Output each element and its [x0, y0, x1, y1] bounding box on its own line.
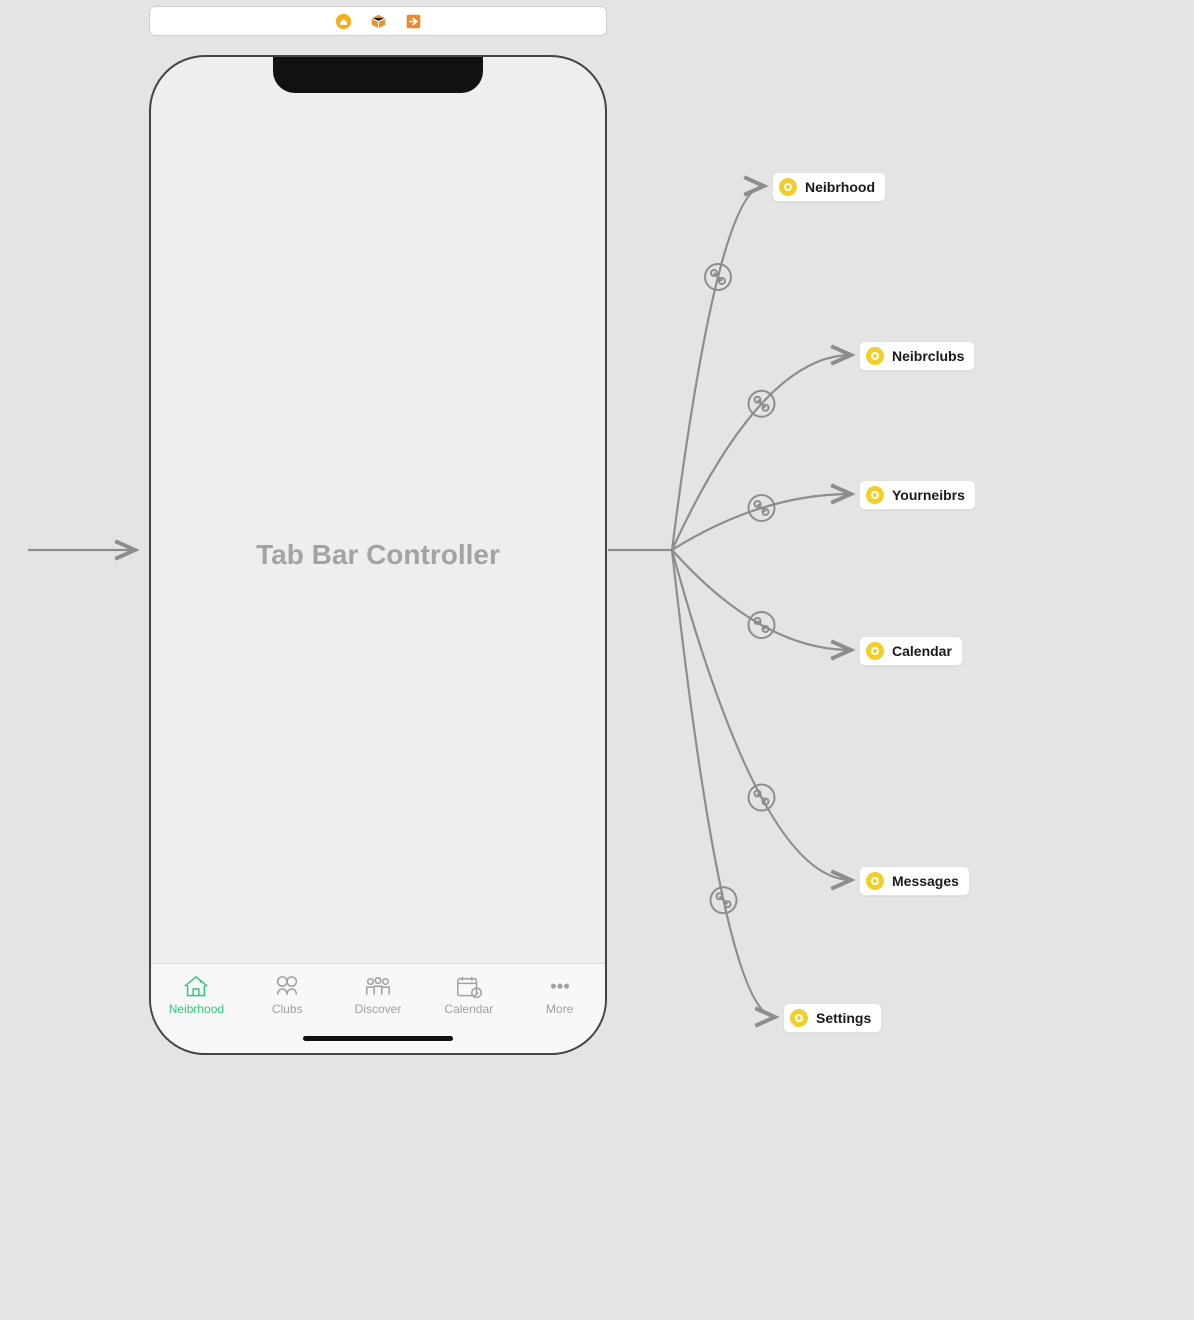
phone-body: Tab Bar Controller [151, 57, 605, 1053]
phone-frame: Tab Bar Controller Neibrhood Clubs Disco… [149, 55, 607, 1055]
tab-label: Discover [355, 1002, 402, 1016]
destination-calendar[interactable]: Calendar [859, 636, 963, 666]
viewcontroller-icon [790, 1009, 808, 1027]
tab-clubs[interactable]: Clubs [247, 974, 327, 1016]
tab-calendar[interactable]: Calendar [429, 974, 509, 1016]
destination-messages[interactable]: Messages [859, 866, 970, 896]
dots-icon [545, 974, 575, 998]
viewcontroller-icon [866, 872, 884, 890]
exit-icon[interactable] [405, 13, 422, 30]
tab-label: Neibrhood [169, 1002, 224, 1016]
destination-label: Yourneibrs [892, 487, 965, 503]
destination-label: Neibrhood [805, 179, 875, 195]
destination-settings[interactable]: Settings [783, 1003, 882, 1033]
destination-label: Messages [892, 873, 959, 889]
phone-title-label: Tab Bar Controller [256, 539, 500, 571]
tab-discover[interactable]: Discover [338, 974, 418, 1016]
destination-label: Calendar [892, 643, 952, 659]
toolbar [149, 6, 607, 36]
destination-yourneibrs[interactable]: Yourneibrs [859, 480, 976, 510]
house-icon [181, 974, 211, 998]
tab-neibrhood[interactable]: Neibrhood [156, 974, 236, 1016]
calendar-icon [454, 974, 484, 998]
people-icon [363, 974, 393, 998]
clubs-icon [272, 974, 302, 998]
destination-neibrhood[interactable]: Neibrhood [772, 172, 886, 202]
viewcontroller-icon [866, 642, 884, 660]
destination-label: Neibrclubs [892, 348, 964, 364]
viewcontroller-icon [866, 347, 884, 365]
destination-label: Settings [816, 1010, 871, 1026]
viewcontroller-icon [866, 486, 884, 504]
box-icon[interactable] [370, 13, 387, 30]
tab-label: Clubs [272, 1002, 303, 1016]
tab-more[interactable]: More [520, 974, 600, 1016]
home-indicator [303, 1036, 453, 1041]
tab-label: Calendar [444, 1002, 493, 1016]
destination-neibrclubs[interactable]: Neibrclubs [859, 341, 975, 371]
tab-label: More [546, 1002, 573, 1016]
viewcontroller-icon [779, 178, 797, 196]
scene-settings-icon[interactable] [335, 13, 352, 30]
